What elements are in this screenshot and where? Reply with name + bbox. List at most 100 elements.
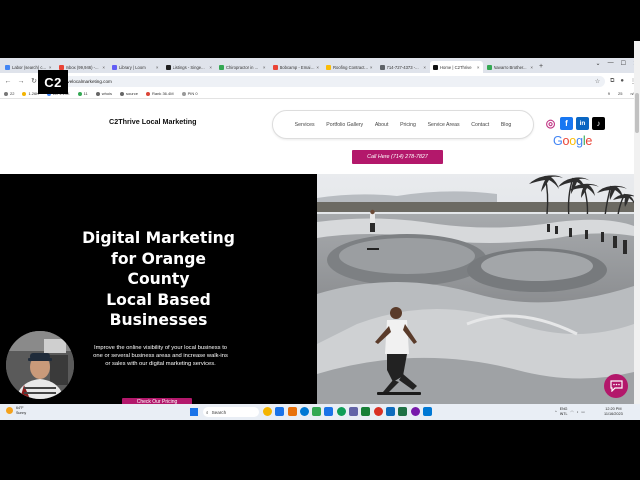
skatepark-image bbox=[317, 174, 634, 404]
site-logo[interactable]: C2 bbox=[38, 70, 68, 94]
forward-icon[interactable]: → bbox=[17, 78, 25, 85]
browser-tab[interactable]: Navarro Brother... × bbox=[483, 61, 536, 73]
browser-tab[interactable]: Home | C2Thrive × bbox=[430, 61, 483, 73]
seo-metric[interactable]: 1.26K bbox=[22, 91, 39, 96]
chat-widget-button[interactable] bbox=[604, 374, 628, 398]
google-logo[interactable]: Google bbox=[553, 134, 592, 148]
maximize-icon[interactable]: ☐ bbox=[621, 60, 626, 67]
taskbar-search[interactable]: ⌕ Search bbox=[203, 407, 259, 417]
search-icon: ⌕ bbox=[206, 409, 209, 415]
nav-link-about[interactable]: About bbox=[375, 122, 389, 128]
seo-metric[interactable]: Rank 36.4M bbox=[146, 91, 174, 96]
taskbar-app-icon[interactable] bbox=[398, 407, 408, 416]
clock[interactable]: 12:20 PM 11/16/2023 bbox=[604, 407, 623, 417]
tab-close-icon[interactable]: × bbox=[477, 65, 480, 70]
tab-close-icon[interactable]: × bbox=[263, 65, 266, 70]
page-scrollbar[interactable] bbox=[634, 41, 640, 404]
browser-tab[interactable]: 714-727-4373 -... × bbox=[376, 61, 429, 73]
nav-link-pricing[interactable]: Pricing bbox=[400, 122, 416, 128]
taskbar-app-icon[interactable] bbox=[336, 407, 346, 416]
tab-title: Library | Loom bbox=[119, 64, 146, 70]
tab-favicon-icon bbox=[165, 64, 171, 70]
language-indicator[interactable]: ENG INTL bbox=[560, 407, 568, 416]
tab-close-icon[interactable]: × bbox=[156, 65, 159, 70]
profile-icon[interactable]: ● bbox=[620, 78, 624, 85]
weather-widget[interactable]: 64°F Sunny bbox=[6, 406, 26, 415]
instagram-icon[interactable]: ◎ bbox=[544, 117, 557, 130]
taskbar-app-icon[interactable] bbox=[275, 407, 285, 416]
tab-close-icon[interactable]: × bbox=[102, 65, 105, 70]
window-controls: ⌄—☐✕ bbox=[596, 60, 638, 67]
tiktok-icon[interactable]: ♪ bbox=[592, 117, 605, 130]
nav-link-portfolio-gallery[interactable]: Portfolio Gallery bbox=[326, 122, 363, 128]
start-button[interactable] bbox=[190, 408, 198, 416]
tab-title: Home | C2Thrive bbox=[440, 64, 472, 70]
nav-link-blog[interactable]: Blog bbox=[501, 122, 511, 128]
battery-icon[interactable]: ▭ bbox=[581, 410, 584, 414]
language-text: INTL bbox=[559, 411, 568, 416]
seo-metric[interactable]: source bbox=[119, 91, 138, 96]
tab-title: Bobcamp - Email ... bbox=[279, 64, 316, 70]
address-bar[interactable]: ⊜ c2thrivelocalmarketing.com ☆ bbox=[43, 75, 606, 87]
call-button[interactable]: Call Here (714) 278-7827 bbox=[352, 150, 443, 164]
tab-close-icon[interactable]: × bbox=[49, 65, 52, 70]
tray-chevron-icon[interactable]: ^ bbox=[555, 410, 557, 414]
seo-metric-right: 9 bbox=[607, 91, 610, 96]
scrollbar-thumb[interactable] bbox=[635, 93, 639, 133]
nav-link-service-areas[interactable]: Service Areas bbox=[428, 122, 460, 128]
wifi-icon[interactable]: ◠ bbox=[570, 410, 573, 414]
bookmark-star-icon[interactable]: ☆ bbox=[595, 78, 600, 85]
browser-tab[interactable]: Roofing Contract... × bbox=[323, 61, 376, 73]
seo-metric[interactable]: PIN 0 bbox=[181, 91, 198, 96]
taskbar-app-icon[interactable] bbox=[410, 407, 420, 416]
main-nav: Services Portfolio Gallery About Pricing Ser… bbox=[272, 110, 534, 139]
sun-icon bbox=[6, 407, 13, 414]
taskbar-app-icon[interactable] bbox=[312, 407, 322, 416]
browser-tab[interactable]: Bobcamp - Email ... × bbox=[269, 61, 322, 73]
taskbar-app-icon[interactable] bbox=[263, 407, 272, 416]
seo-metric[interactable]: 22 bbox=[4, 91, 14, 96]
nav-link-contact[interactable]: Contact bbox=[471, 122, 489, 128]
brand-name[interactable]: C2Thrive Local Marketing bbox=[109, 117, 196, 126]
browser-tab[interactable]: Listings - Singe... × bbox=[162, 61, 215, 73]
metric-dot-icon bbox=[181, 91, 186, 96]
seo-metric[interactable]: 11 bbox=[77, 91, 88, 96]
webcam-overlay bbox=[6, 331, 74, 399]
tab-favicon-icon bbox=[5, 64, 10, 70]
tab-close-icon[interactable]: × bbox=[209, 65, 212, 70]
minimize-icon[interactable]: — bbox=[608, 60, 614, 67]
taskbar-app-icon[interactable] bbox=[324, 407, 334, 416]
new-tab-button[interactable]: + bbox=[539, 61, 543, 73]
tab-close-icon[interactable]: × bbox=[370, 65, 373, 70]
tab-close-icon[interactable]: × bbox=[530, 65, 533, 70]
taskbar-app-icon[interactable] bbox=[385, 407, 395, 416]
webcam-person-image bbox=[6, 331, 74, 399]
tab-title: 714-727-4373 -... bbox=[386, 64, 419, 70]
taskbar-app-icon[interactable] bbox=[299, 407, 309, 416]
back-icon[interactable]: ← bbox=[4, 78, 12, 85]
tab-favicon-icon bbox=[219, 64, 224, 70]
taskbar-app-icon[interactable] bbox=[373, 407, 383, 416]
volume-icon[interactable]: ♪ bbox=[577, 410, 579, 414]
extensions-icon[interactable]: ⧉ bbox=[610, 78, 614, 85]
metric-dot-icon bbox=[4, 91, 8, 96]
tab-title: Inbox (99,946) -... bbox=[65, 64, 99, 70]
tab-search-icon[interactable]: ⌄ bbox=[596, 60, 601, 67]
seo-extension-bar: 221.26KLD 1.19K11whoissourceRank 36.4MPI… bbox=[0, 89, 640, 99]
linkedin-icon[interactable]: in bbox=[576, 117, 589, 130]
tab-close-icon[interactable]: × bbox=[316, 65, 319, 70]
taskbar-app-icon[interactable] bbox=[287, 407, 297, 416]
taskbar-app-icon[interactable] bbox=[361, 407, 371, 416]
facebook-icon[interactable]: f bbox=[560, 117, 573, 130]
google-letter: e bbox=[585, 134, 593, 148]
seo-metric[interactable]: whois bbox=[95, 91, 112, 96]
reload-icon[interactable]: ↻ bbox=[30, 77, 38, 85]
taskbar-app-icon[interactable] bbox=[349, 407, 359, 416]
browser-tab[interactable]: Chiropractor in ... × bbox=[216, 61, 269, 73]
nav-link-services[interactable]: Services bbox=[295, 122, 315, 128]
taskbar-app-icon[interactable] bbox=[422, 407, 432, 416]
hero-photo bbox=[317, 174, 634, 404]
tab-close-icon[interactable]: × bbox=[423, 65, 426, 70]
google-letter: g bbox=[576, 134, 583, 148]
browser-tab[interactable]: Library | Loom × bbox=[109, 61, 162, 73]
